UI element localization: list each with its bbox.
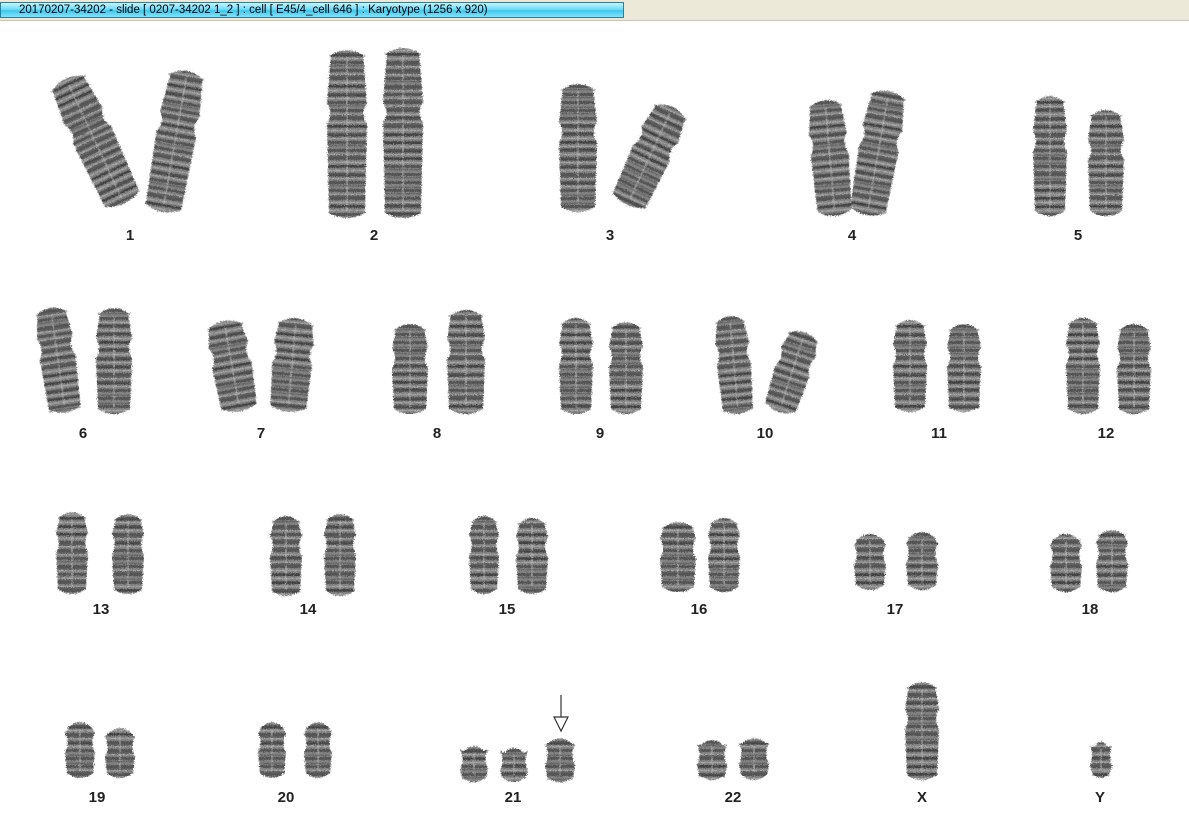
chromosome-19-copy-1[interactable]	[65, 722, 95, 778]
chromosome-7-copy-2[interactable]	[268, 316, 316, 413]
chromosome-21-copy-2[interactable]	[500, 748, 528, 782]
chromosome-label-18: 18	[1081, 601, 1099, 618]
chromosome-label-15: 15	[498, 601, 516, 618]
chromosome-label-4: 4	[847, 227, 857, 244]
chromosome-label-12: 12	[1097, 425, 1115, 442]
chromosome-16-copy-1[interactable]	[660, 522, 696, 592]
window-title: 20170207-34202 - slide [ 0207-34202 1_2 …	[19, 4, 488, 16]
chromosome-label-9: 9	[595, 425, 605, 442]
chromosome-label-14: 14	[299, 601, 317, 618]
chromosome-12-copy-2[interactable]	[1117, 324, 1151, 414]
chromosome-20-copy-1[interactable]	[258, 722, 286, 778]
chromosome-label-19: 19	[88, 789, 106, 806]
chromosome-label-3: 3	[605, 227, 615, 244]
chromosome-21-copy-1[interactable]	[460, 746, 488, 782]
chromosome-17-copy-1[interactable]	[854, 534, 886, 590]
chromosome-label-2: 2	[369, 227, 379, 244]
chromosome-6-copy-2[interactable]	[96, 308, 132, 414]
chromosome-1-copy-2[interactable]	[143, 68, 207, 216]
chromosome-19-copy-2[interactable]	[105, 728, 135, 778]
chromosome-9-copy-1[interactable]	[559, 318, 593, 414]
chromosome-15-copy-2[interactable]	[516, 518, 548, 594]
chromosome-7-copy-1[interactable]	[204, 317, 259, 415]
chromosome-3-copy-2[interactable]	[609, 99, 691, 214]
chromosome-label-6: 6	[78, 425, 88, 442]
chromosome-x-copy-1[interactable]	[905, 682, 939, 780]
chromosome-2-copy-2[interactable]	[383, 48, 423, 218]
window-titlebar: 20170207-34202 - slide [ 0207-34202 1_2 …	[0, 0, 1189, 21]
chromosome-14-copy-1[interactable]	[270, 516, 302, 596]
chromosome-11-copy-2[interactable]	[947, 324, 981, 412]
chromosome-label-21: 21	[504, 789, 522, 806]
chromosome-13-copy-1[interactable]	[56, 512, 88, 594]
chromosome-18-copy-2[interactable]	[1096, 530, 1128, 592]
chromosome-17-copy-2[interactable]	[906, 532, 938, 590]
chromosome-10-copy-2[interactable]	[762, 326, 822, 417]
chromosome-1-copy-1[interactable]	[47, 70, 143, 213]
chromosome-20-copy-2[interactable]	[304, 722, 332, 778]
chromosome-label-22: 22	[724, 789, 742, 806]
chromosome-10-copy-1[interactable]	[713, 315, 755, 416]
karyotype-view: 1 2 3 4 5 6 7 8 9 10 11 12 13 14 15 16 17 18 19 20 21 22 X Y	[0, 21, 1189, 831]
chromosome-label-10: 10	[756, 425, 774, 442]
chromosome-label-16: 16	[690, 601, 708, 618]
chromosome-8-copy-2[interactable]	[447, 310, 485, 414]
chromosome-13-copy-2[interactable]	[112, 514, 144, 594]
window-title-tab[interactable]: 20170207-34202 - slide [ 0207-34202 1_2 …	[0, 2, 624, 18]
chromosome-9-copy-2[interactable]	[609, 322, 643, 414]
chromosome-5-copy-1[interactable]	[1033, 96, 1067, 216]
chromosome-15-copy-1[interactable]	[469, 516, 499, 594]
down-arrow-icon	[553, 695, 569, 733]
karyotype-chromosome-images	[33, 48, 1151, 782]
chromosome-18-copy-1[interactable]	[1050, 534, 1082, 592]
chromosome-y-copy-1[interactable]	[1090, 742, 1112, 778]
chromosome-6-copy-1[interactable]	[33, 305, 83, 415]
chromosome-2-copy-1[interactable]	[327, 50, 367, 218]
chromosome-label-1: 1	[125, 227, 135, 244]
chromosome-5-copy-2[interactable]	[1088, 110, 1124, 216]
chromosome-label-17: 17	[886, 601, 904, 618]
chromosome-4-copy-1[interactable]	[806, 99, 854, 218]
chromosome-label-13: 13	[92, 601, 110, 618]
chromosome-label-20: 20	[277, 789, 295, 806]
chromosome-16-copy-2[interactable]	[708, 518, 740, 592]
chromosome-14-copy-2[interactable]	[324, 514, 356, 596]
chromosome-22-copy-1[interactable]	[697, 740, 727, 780]
chromosome-label-x: X	[916, 789, 928, 806]
chromosome-8-copy-1[interactable]	[392, 324, 428, 414]
chromosome-12-copy-1[interactable]	[1066, 318, 1100, 414]
chromosome-3-copy-1[interactable]	[559, 84, 597, 212]
chromosome-4-copy-2[interactable]	[847, 87, 908, 218]
chromosome-label-11: 11	[931, 425, 947, 442]
chromosome-11-copy-1[interactable]	[893, 320, 927, 412]
chromosome-22-copy-2[interactable]	[739, 738, 769, 780]
chromosome-21-copy-3[interactable]	[545, 738, 575, 782]
chromosome-label-y: Y	[1094, 789, 1106, 806]
chromosome-label-5: 5	[1073, 227, 1083, 244]
chromosome-label-7: 7	[256, 425, 266, 442]
chromosome-label-8: 8	[432, 425, 442, 442]
